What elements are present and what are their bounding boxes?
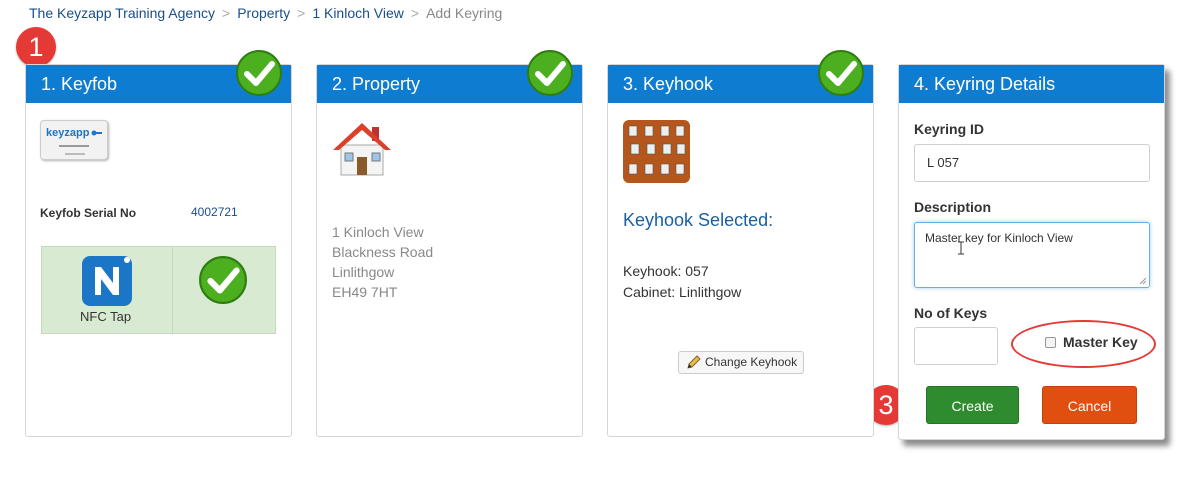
text-cursor-icon (958, 241, 964, 255)
keyhook-cabinet: Cabinet: Linlithgow (623, 284, 742, 300)
keyhook-image (623, 120, 690, 183)
create-button[interactable]: Create (926, 386, 1019, 424)
house-icon (333, 123, 391, 176)
keyzapp-logo: keyzapp (46, 127, 90, 139)
breadcrumb-address[interactable]: 1 Kinloch View (312, 5, 404, 21)
check-icon (527, 50, 573, 96)
check-icon (818, 50, 864, 96)
nfc-icon (82, 256, 132, 306)
description-textarea[interactable]: Master key for Kinloch View (914, 222, 1150, 288)
address-line: Linlithgow (332, 264, 395, 280)
check-icon (236, 50, 282, 96)
property-address: 1 Kinloch View Blackness Road Linlithgow… (332, 222, 433, 302)
check-icon (199, 256, 247, 304)
address-line: EH49 7HT (332, 284, 398, 300)
description-label: Description (914, 199, 992, 215)
keyring-card-header: 4. Keyring Details (899, 65, 1164, 103)
breadcrumb-separator: > (222, 5, 231, 21)
address-line: 1 Kinloch View (332, 224, 424, 240)
keyring-details-card: 4. Keyring Details Keyring ID L 057 Desc… (898, 64, 1165, 440)
step-badge-1: 1 (16, 27, 56, 67)
breadcrumb-separator: > (297, 5, 306, 21)
property-card: 2. Property 1 Kinloch View Blackness Roa… (316, 50, 583, 437)
nfc-tap-label: NFC Tap (80, 309, 132, 324)
keyfob-serial-value: 4002721 (191, 205, 238, 219)
keyhook-selected-heading: Keyhook Selected: (623, 210, 774, 230)
change-keyhook-label: Change Keyhook (705, 355, 798, 369)
breadcrumb-separator: > (410, 5, 420, 21)
master-key-checkbox[interactable] (1045, 337, 1056, 348)
breadcrumb-current: Add Keyring (426, 5, 503, 21)
keyfob-image: keyzapp (40, 120, 108, 160)
pencil-icon (687, 355, 701, 369)
description-text: Master key for Kinloch View (925, 231, 1073, 245)
change-keyhook-button[interactable]: Change Keyhook (678, 351, 804, 374)
address-line: Blackness Road (332, 244, 434, 260)
keyfob-serial-label: Keyfob Serial No (40, 206, 137, 220)
cancel-button[interactable]: Cancel (1042, 386, 1137, 424)
nfc-tap-panel[interactable]: NFC Tap (41, 246, 276, 334)
keyfob-card: 1. Keyfob keyzapp Keyfob Serial No 40027… (25, 50, 292, 437)
keyring-id-label: Keyring ID (914, 121, 985, 137)
keyhook-number: Keyhook: 057 (623, 263, 709, 279)
breadcrumb-property[interactable]: Property (237, 5, 290, 21)
breadcrumb-agency[interactable]: The Keyzapp Training Agency (29, 5, 215, 21)
breadcrumb: The Keyzapp Training Agency > Property >1 K… (29, 5, 502, 21)
master-key-label[interactable]: Master Key (1063, 334, 1138, 350)
no-of-keys-input[interactable] (914, 327, 998, 365)
key-icon (91, 130, 102, 136)
no-of-keys-label: No of Keys (914, 305, 988, 321)
keyring-id-input[interactable]: L 057 (914, 144, 1150, 182)
keyhook-card: 3. Keyhook Keyhook Selected: Keyhook: 05… (607, 50, 874, 437)
resize-handle-icon[interactable] (1139, 277, 1147, 285)
